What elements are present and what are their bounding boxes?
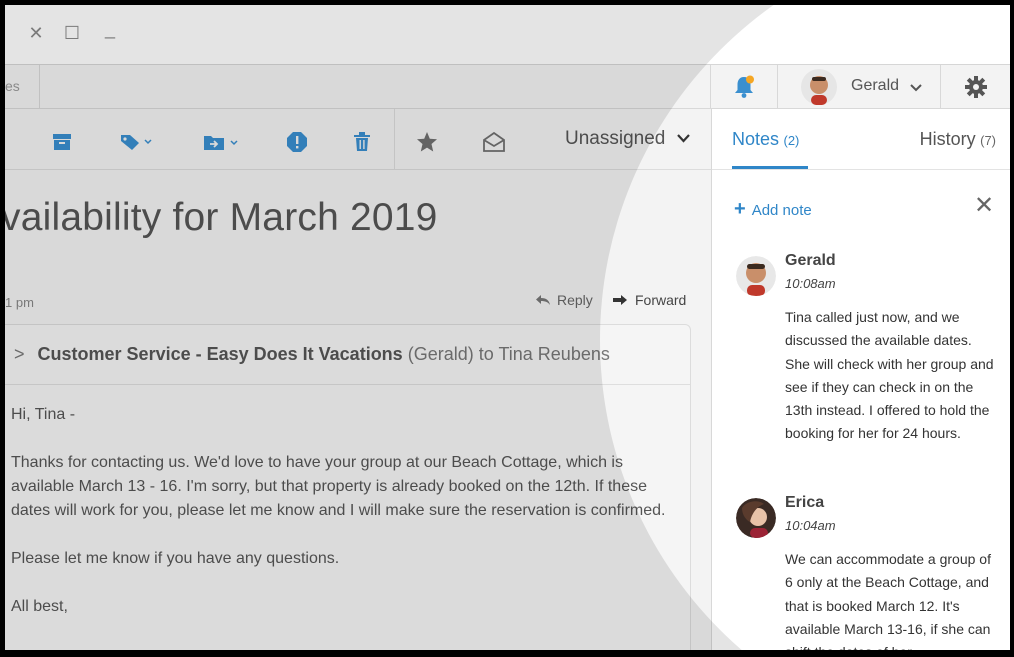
note-author: Erica (785, 494, 825, 511)
minimize-window-icon[interactable]: _ (99, 18, 121, 40)
add-note-label: Add note (751, 202, 812, 219)
move-folder-icon[interactable] (203, 133, 243, 151)
forward-label: Forward (635, 292, 687, 308)
app-window: ✕ ☐ _ es Gerald Unassigned Notes (2) His… (5, 5, 1010, 650)
message-header[interactable]: > Customer Service - Easy Does It Vacati… (5, 325, 690, 385)
chevron-down-icon (676, 134, 690, 144)
chevron-down-icon (910, 84, 922, 92)
add-note-button[interactable]: + Add note (734, 198, 812, 221)
bell-icon (735, 75, 754, 98)
tab-history-label: History (919, 129, 976, 149)
note-text: Tina called just now, and we discussed t… (785, 309, 994, 442)
notifications-button[interactable] (710, 65, 778, 108)
message-signoff: All best, (11, 598, 68, 615)
window-titlebar: ✕ ☐ _ (5, 5, 1010, 65)
toolbar-divider (394, 109, 395, 169)
user-name: Gerald (851, 77, 900, 94)
tab-notes-count: (2) (783, 133, 800, 148)
close-icon[interactable]: ✕ (974, 194, 994, 218)
message-to-word: to (478, 344, 494, 364)
expand-chevron-icon[interactable]: > (14, 344, 25, 364)
forward-arrow-icon (613, 295, 627, 305)
star-icon[interactable] (416, 131, 438, 153)
message-to: Tina Reubens (498, 344, 610, 364)
message-greeting: Hi, Tina - (11, 406, 76, 423)
maximize-window-icon[interactable]: ☐ (61, 22, 83, 44)
tab-partial[interactable]: es (5, 65, 40, 108)
tab-notes[interactable]: Notes (2) (732, 109, 808, 169)
reply-label: Reply (557, 292, 593, 308)
message-from: Customer Service - Easy Does It Vacation… (37, 344, 403, 364)
spam-icon[interactable] (286, 131, 308, 153)
message-card: > Customer Service - Easy Does It Vacati… (5, 324, 691, 650)
close-window-icon[interactable]: ✕ (25, 22, 47, 44)
avatar (801, 69, 837, 105)
reply-icon (536, 295, 550, 305)
message-from-agent: (Gerald) (407, 344, 474, 364)
trash-icon[interactable] (353, 132, 371, 152)
avatar (736, 256, 776, 296)
email-view: vailability for March 2019 1 pm Reply Fo… (5, 170, 712, 650)
tab-history[interactable]: History (7) (920, 109, 996, 169)
forward-button[interactable]: Forward (612, 292, 686, 308)
note-author: Gerald (785, 252, 836, 269)
message-paragraph: Thanks for contacting us. We'd love to h… (11, 454, 666, 519)
top-bar: es Gerald (5, 65, 1010, 109)
envelope-open-icon[interactable] (483, 132, 505, 152)
message-toolbar: Unassigned (5, 109, 712, 170)
tab-history-count: (7) (980, 133, 996, 148)
settings-button[interactable] (941, 65, 1010, 108)
archive-icon[interactable] (52, 133, 72, 151)
notes-panel: + Add note ✕ Gerald 10:08am Tina called j… (712, 170, 1010, 650)
note-time: 10:04am (785, 518, 836, 533)
tab-notes-label: Notes (732, 129, 780, 149)
assignee-label: Unassigned (565, 128, 666, 149)
email-time: 1 pm (5, 295, 34, 310)
note-time: 10:08am (785, 276, 836, 291)
note-text: We can accommodate a group of 6 only at … (785, 551, 991, 650)
email-subject: vailability for March 2019 (5, 196, 438, 239)
reply-button[interactable]: Reply (535, 292, 593, 308)
assignee-dropdown[interactable]: Unassigned (565, 127, 690, 151)
plus-icon: + (734, 198, 746, 220)
tag-icon[interactable] (120, 133, 154, 151)
avatar (736, 498, 776, 538)
side-panel-tabs: Notes (2) History (7) (712, 109, 1010, 170)
message-paragraph: Please let me know if you have any quest… (11, 550, 340, 567)
tab-partial-label: es (5, 78, 20, 94)
user-menu[interactable]: Gerald (777, 65, 941, 108)
message-body: Hi, Tina - Thanks for contacting us. We'… (11, 403, 666, 643)
gear-icon (965, 76, 987, 98)
